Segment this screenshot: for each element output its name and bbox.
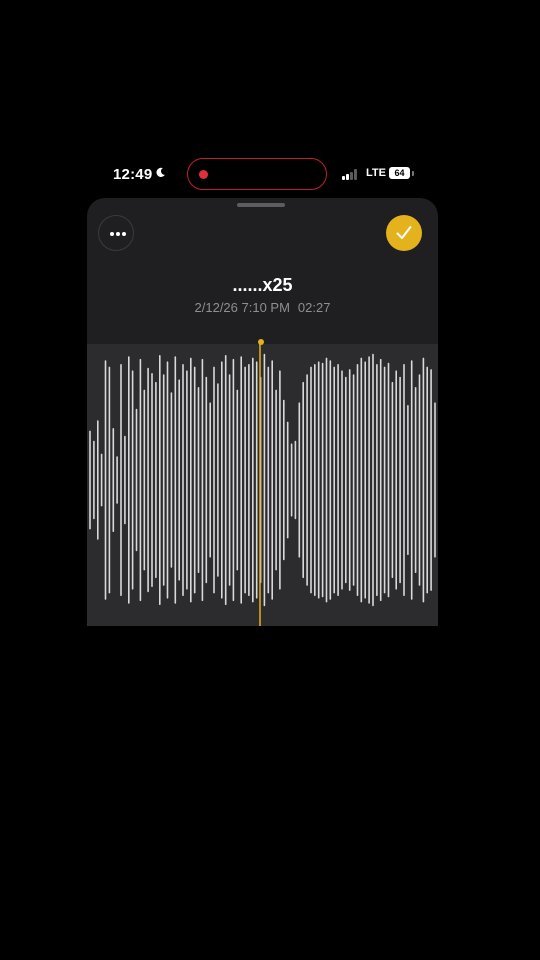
done-button[interactable] [386,215,422,251]
battery-icon: 64 [389,167,410,179]
network-type: LTE [366,167,386,179]
clock: 12:49 [113,166,153,183]
waveform-graphic [89,344,436,626]
recording-sheet: ......x25 2/12/26 7:10 PM 02:27 [87,198,438,626]
recording-duration: 02:27 [297,300,331,315]
sheet-grabber[interactable] [237,203,285,207]
battery-tip [412,171,414,176]
dynamic-island-recording[interactable] [187,158,327,190]
cellular-signal-icon [342,169,360,180]
moon-icon [156,167,165,177]
checkmark-icon [396,226,412,239]
recording-date: 2/12/26 7:10 PM [194,300,290,315]
recording-title[interactable]: ......x25 [87,275,438,296]
recording-indicator-icon [199,170,208,179]
status-bar: 12:49 LTE 64 [0,158,540,190]
more-options-button[interactable] [98,215,134,251]
playhead-knob[interactable] [258,339,264,345]
waveform-view[interactable] [87,344,438,626]
recording-meta: 2/12/26 7:10 PM 02:27 [87,300,438,315]
